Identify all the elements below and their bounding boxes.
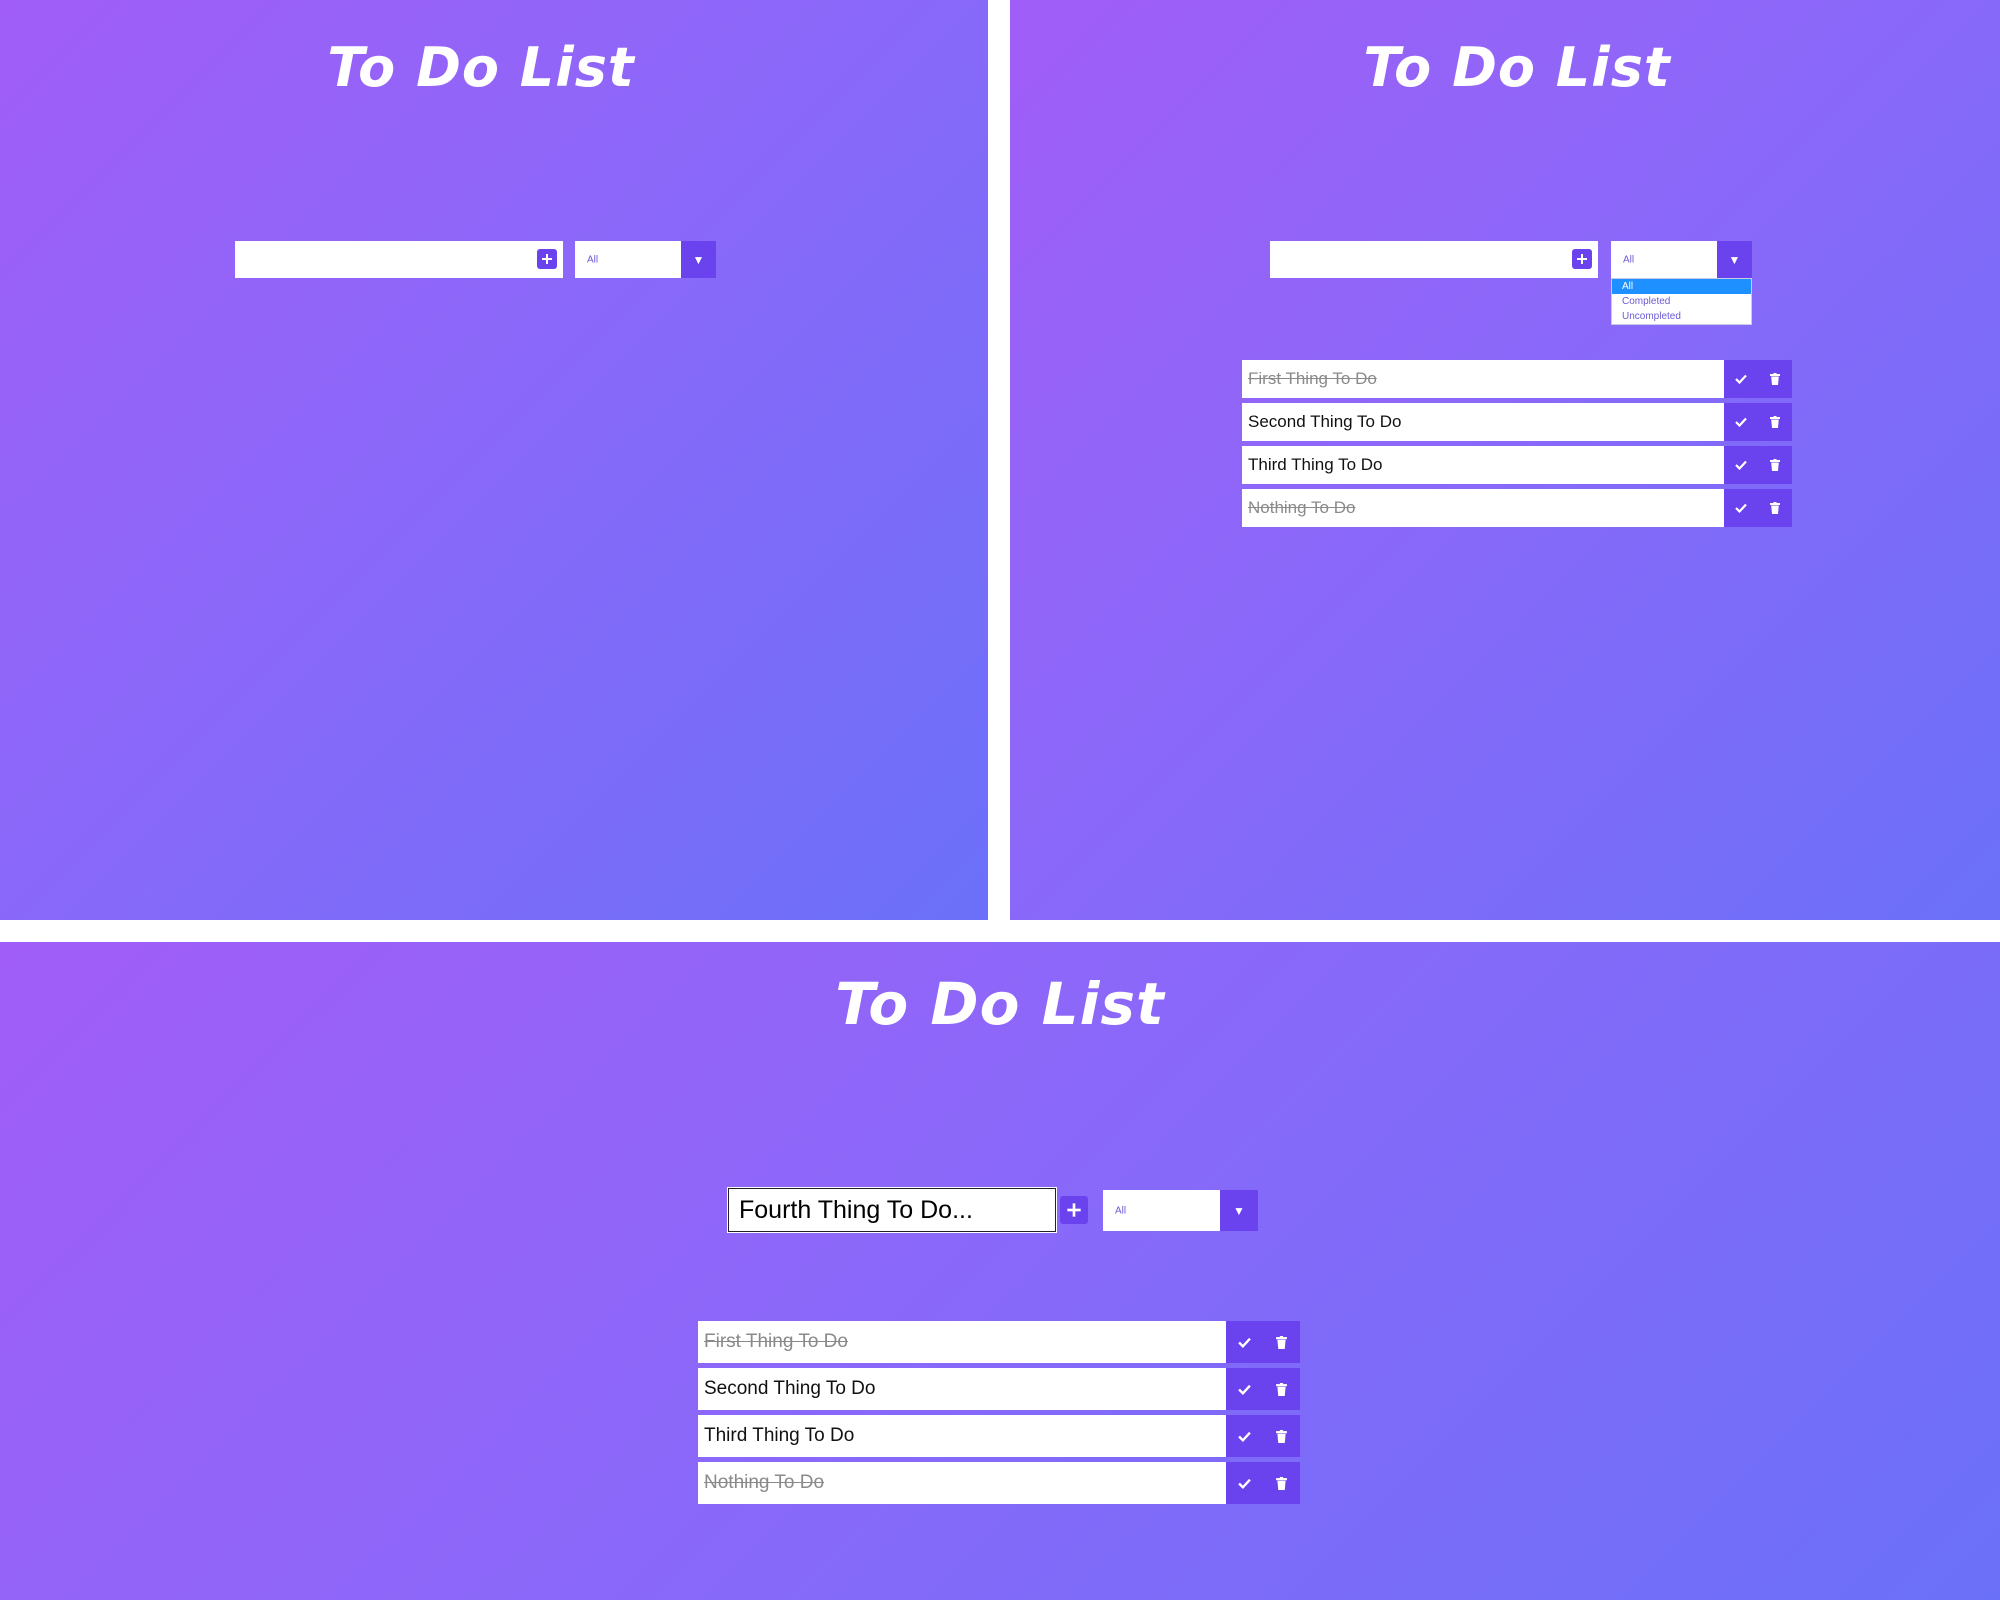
- check-icon: [1238, 1478, 1251, 1489]
- check-icon: [1238, 1337, 1251, 1348]
- check-icon: [1735, 503, 1747, 513]
- todo-item: Second Thing To Do: [1242, 403, 1792, 441]
- todo-item: Third Thing To Do: [698, 1415, 1300, 1457]
- todo-input[interactable]: [729, 1189, 1055, 1231]
- page-title: To Do List: [1363, 36, 1671, 99]
- todo-input-field[interactable]: [728, 1188, 1056, 1232]
- trash-icon: [1276, 1335, 1287, 1349]
- todo-item-text: Second Thing To Do: [1242, 403, 1724, 441]
- trash-icon: [1276, 1429, 1287, 1443]
- trash-icon: [1770, 373, 1780, 385]
- trash-icon: [1770, 459, 1780, 471]
- todo-input[interactable]: [1270, 241, 1598, 278]
- complete-button[interactable]: [1226, 1321, 1263, 1363]
- filter-option-all[interactable]: All: [1612, 279, 1751, 294]
- complete-button[interactable]: [1724, 446, 1758, 484]
- add-todo-button[interactable]: [1572, 249, 1592, 269]
- add-todo-button[interactable]: [1060, 1196, 1088, 1224]
- delete-button[interactable]: [1263, 1415, 1300, 1457]
- todo-app-screen-empty: To Do List All ▼: [0, 0, 988, 920]
- plus-icon: [542, 254, 552, 264]
- todo-item: First Thing To Do: [1242, 360, 1792, 398]
- todo-item: Third Thing To Do: [1242, 446, 1792, 484]
- todo-app-screen-typing: To Do List All ▼ First Thing To Do Secon…: [0, 942, 2000, 1600]
- trash-icon: [1276, 1382, 1287, 1396]
- todo-app-screen-dropdown-open: To Do List All ▼ All Completed Uncomplet…: [1010, 0, 2000, 920]
- delete-button[interactable]: [1263, 1321, 1300, 1363]
- todo-item: Nothing To Do: [698, 1462, 1300, 1504]
- triangle-down-icon[interactable]: ▼: [1717, 241, 1752, 278]
- todo-input[interactable]: [235, 241, 563, 278]
- plus-icon: [1067, 1203, 1081, 1217]
- todo-list: First Thing To Do Second Thing To Do Thi…: [698, 1321, 1302, 1511]
- todo-list: First Thing To Do Second Thing To Do Thi…: [1242, 360, 1792, 530]
- delete-button[interactable]: [1758, 446, 1792, 484]
- filter-option-completed[interactable]: Completed: [1612, 294, 1751, 309]
- plus-icon: [1577, 254, 1587, 264]
- todo-item-text: Second Thing To Do: [698, 1368, 1226, 1410]
- todo-item-text: Third Thing To Do: [1242, 446, 1724, 484]
- trash-icon: [1770, 416, 1780, 428]
- todo-item-text: Nothing To Do: [1242, 489, 1724, 527]
- check-icon: [1735, 460, 1747, 470]
- todo-item: Nothing To Do: [1242, 489, 1792, 527]
- todo-input-field[interactable]: [235, 241, 563, 278]
- delete-button[interactable]: [1263, 1368, 1300, 1410]
- todo-item-text: Nothing To Do: [698, 1462, 1226, 1504]
- page-title: To Do List: [327, 36, 635, 99]
- complete-button[interactable]: [1226, 1415, 1263, 1457]
- filter-select[interactable]: All ▼: [1611, 241, 1752, 278]
- delete-button[interactable]: [1758, 403, 1792, 441]
- todo-input-field[interactable]: [1270, 241, 1598, 278]
- trash-icon: [1276, 1476, 1287, 1490]
- todo-item: First Thing To Do: [698, 1321, 1300, 1363]
- filter-selected-value: All: [1115, 1205, 1127, 1216]
- check-icon: [1238, 1384, 1251, 1395]
- triangle-down-icon[interactable]: ▼: [681, 241, 716, 278]
- trash-icon: [1770, 502, 1780, 514]
- add-todo-button[interactable]: [537, 249, 557, 269]
- filter-select[interactable]: All ▼: [575, 241, 716, 278]
- delete-button[interactable]: [1263, 1462, 1300, 1504]
- filter-selected-value: All: [1623, 254, 1635, 265]
- page-title: To Do List: [835, 970, 1165, 1038]
- complete-button[interactable]: [1724, 360, 1758, 398]
- todo-item: Second Thing To Do: [698, 1368, 1300, 1410]
- todo-item-text: First Thing To Do: [698, 1321, 1226, 1363]
- filter-dropdown-menu: All Completed Uncompleted: [1611, 278, 1752, 325]
- check-icon: [1238, 1431, 1251, 1442]
- todo-item-text: First Thing To Do: [1242, 360, 1724, 398]
- filter-selected-value: All: [587, 254, 599, 265]
- check-icon: [1735, 374, 1747, 384]
- triangle-down-icon[interactable]: ▼: [1220, 1190, 1258, 1231]
- todo-item-text: Third Thing To Do: [698, 1415, 1226, 1457]
- complete-button[interactable]: [1226, 1368, 1263, 1410]
- delete-button[interactable]: [1758, 489, 1792, 527]
- complete-button[interactable]: [1724, 403, 1758, 441]
- check-icon: [1735, 417, 1747, 427]
- delete-button[interactable]: [1758, 360, 1792, 398]
- complete-button[interactable]: [1226, 1462, 1263, 1504]
- filter-option-uncompleted[interactable]: Uncompleted: [1612, 309, 1751, 324]
- complete-button[interactable]: [1724, 489, 1758, 527]
- filter-select[interactable]: All ▼: [1103, 1190, 1258, 1231]
